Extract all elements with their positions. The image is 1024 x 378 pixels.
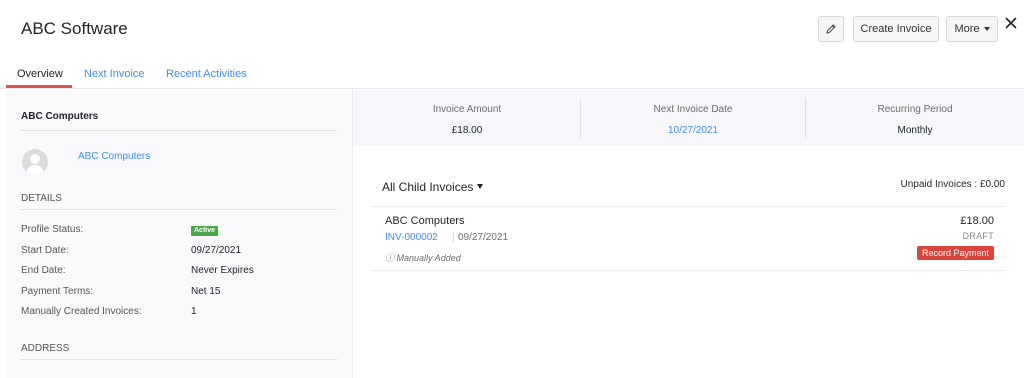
invoice-customer: ABC Computers <box>385 215 465 227</box>
tab-next-invoice[interactable]: Next Invoice <box>84 68 145 80</box>
profile-status-label: Profile Status: <box>21 224 84 235</box>
divider <box>20 209 337 210</box>
more-label: More <box>954 23 980 35</box>
customer-details-panel: ABC Computers ABC Computers DETAILS Prof… <box>6 90 353 378</box>
payment-terms-label: Payment Terms: <box>21 286 94 297</box>
close-button[interactable] <box>1003 14 1019 32</box>
close-icon <box>1005 17 1017 29</box>
tab-bar: Overview Next Invoice Recent Activities <box>0 60 1024 89</box>
recurring-period-stat: Recurring Period Monthly <box>806 90 1024 146</box>
address-heading: ADDRESS <box>21 343 70 354</box>
details-heading: DETAILS <box>21 193 62 204</box>
more-dropdown-button[interactable]: More <box>946 16 998 42</box>
invoice-number-link[interactable]: INV-000002 <box>385 232 438 243</box>
create-invoice-label: Create Invoice <box>860 23 932 35</box>
caret-down-icon <box>477 184 484 189</box>
invoice-amount-stat: Invoice Amount £18.00 <box>354 90 580 146</box>
user-avatar-icon <box>22 149 48 175</box>
page-header: ABC Software Create Invoice More <box>0 0 1024 58</box>
tab-recent-activities[interactable]: Recent Activities <box>166 68 247 80</box>
invoice-status: DRAFT <box>962 231 994 241</box>
status-badge: Active <box>191 226 219 236</box>
invoice-amount: £18.00 <box>960 215 994 227</box>
unpaid-invoices-summary: Unpaid Invoices : £0.00 <box>900 179 1005 190</box>
child-invoices-filter-dropdown[interactable]: All Child Invoices <box>382 180 484 194</box>
payment-terms-value: Net 15 <box>191 286 221 297</box>
recurring-period-value: Monthly <box>897 125 933 136</box>
create-invoice-button[interactable]: Create Invoice <box>853 16 939 42</box>
stats-bar: Invoice Amount £18.00 Next Invoice Date … <box>354 90 1024 146</box>
divider <box>20 359 337 360</box>
table-row[interactable]: ABC Computers INV-000002 | 09/27/2021 ⓘ … <box>370 207 1005 270</box>
tab-overview[interactable]: Overview <box>17 68 63 80</box>
customer-title: ABC Computers <box>21 111 99 122</box>
contact-name-link[interactable]: ABC Computers <box>78 151 150 162</box>
next-invoice-date-stat: Next Invoice Date 10/27/2021 <box>581 90 805 146</box>
pencil-icon <box>826 24 836 34</box>
edit-button[interactable] <box>818 16 844 42</box>
manually-created-invoices-value: 1 <box>191 306 197 317</box>
divider <box>370 270 1005 271</box>
recurring-period-label: Recurring Period <box>877 104 953 115</box>
manually-created-invoices-label: Manually Created Invoices: <box>21 306 142 317</box>
invoice-amount-value: £18.00 <box>451 125 483 136</box>
active-tab-indicator <box>6 85 72 88</box>
invoice-date: 09/27/2021 <box>458 232 509 243</box>
child-invoices-heading: All Child Invoices <box>382 180 474 194</box>
next-invoice-date-link[interactable]: 10/27/2021 <box>581 125 805 136</box>
next-invoice-date-label: Next Invoice Date <box>653 104 733 115</box>
invoice-overview-panel: Invoice Amount £18.00 Next Invoice Date … <box>354 90 1024 378</box>
divider <box>20 130 337 131</box>
end-date-value: Never Expires <box>191 265 254 276</box>
page-title: ABC Software <box>21 19 128 38</box>
caret-down-icon <box>983 27 990 31</box>
start-date-label: Start Date: <box>21 245 69 256</box>
record-payment-button[interactable]: Record Payment <box>916 246 994 260</box>
separator: | <box>452 232 455 243</box>
manually-added-note: ⓘ Manually Added <box>385 253 461 263</box>
start-date-value: 09/27/2021 <box>191 245 242 256</box>
invoice-amount-label: Invoice Amount <box>432 104 502 115</box>
end-date-label: End Date: <box>21 265 66 276</box>
